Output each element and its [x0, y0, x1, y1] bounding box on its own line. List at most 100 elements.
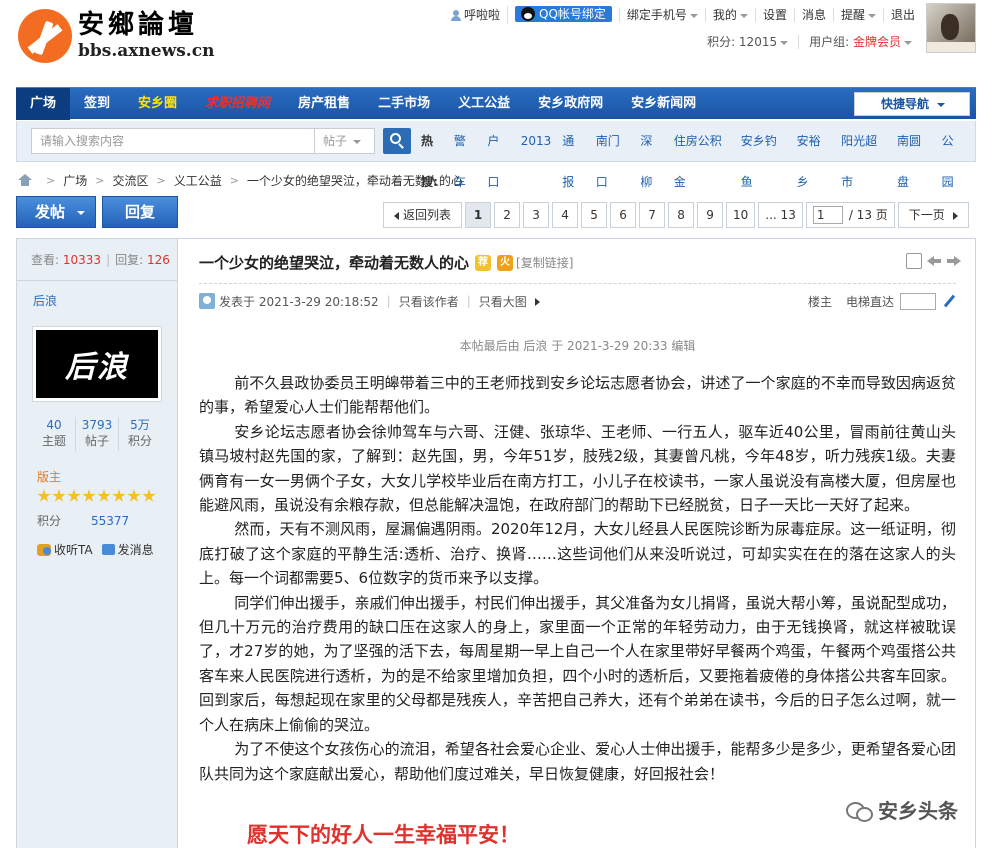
nav-item-realestate[interactable]: 房产租售 [284, 88, 364, 120]
message-icon [101, 544, 115, 555]
hot-keyword[interactable]: 警车 [454, 121, 476, 189]
follow-button[interactable]: 收听TA [37, 541, 93, 558]
page-link[interactable]: 3 [523, 202, 550, 228]
watermark: 安乡头条 [846, 795, 958, 824]
page-link[interactable]: 7 [639, 202, 666, 228]
site-logo[interactable]: 安鄉論壇 bbs.axnews.cn [18, 6, 218, 66]
breadcrumb-item[interactable]: 广场 [63, 172, 87, 189]
page-total: / 13 页 [848, 208, 888, 222]
avatar[interactable] [926, 3, 976, 53]
reminders-menu[interactable]: 提醒 [832, 8, 883, 22]
chevron-down-icon [867, 13, 876, 18]
post-title-row: 一个少女的绝望哭泣，牵动着无数人的心 荐 火 [复制链接] [199, 252, 573, 273]
hot-keyword[interactable]: 南圆盘 [897, 121, 931, 189]
post-meta: 发表于 2021-3-29 20:18:52 | 只看该作者 | 只看大图 楼主… [199, 292, 956, 310]
author-points-row: 积分 55377 [37, 514, 130, 528]
back-to-list-button[interactable]: 返回列表 [383, 202, 463, 228]
next-thread-icon[interactable] [946, 253, 962, 269]
nav-item-secondhand[interactable]: 二手市场 [364, 88, 444, 120]
reply-button[interactable]: 回复 [102, 196, 178, 228]
author-topics[interactable]: 40 主题 [33, 417, 75, 451]
nav-item-volunteer[interactable]: 义工公益 [444, 88, 524, 120]
page-link[interactable]: 5 [581, 202, 608, 228]
search-button[interactable] [383, 128, 411, 154]
hot-keyword[interactable]: 安乡钓鱼 [741, 121, 786, 189]
hot-search: 热搜: 警车 户口 2013 通报 南门口 深柳 住房公积金 安乡钓鱼 安裕乡 … [421, 121, 975, 189]
author-points[interactable]: 5万 积分 [118, 417, 161, 451]
nav-item-news[interactable]: 安乡新闻网 [617, 88, 710, 120]
nav-item-jobs[interactable]: 求职招聘网 [191, 88, 284, 120]
points-menu[interactable]: 积分: 12015 [697, 35, 798, 49]
page-jump: 1 / 13 页 [805, 202, 895, 228]
next-page-button[interactable]: 下一页 [897, 202, 969, 228]
author-avatar[interactable]: 后浪 [33, 327, 161, 401]
post-wish-line: 愿天下的好人一生幸福平安！ [247, 822, 520, 847]
only-image-link[interactable]: 只看大图 [479, 293, 540, 310]
settings-link[interactable]: 设置 [754, 8, 794, 22]
page-link[interactable]: 8 [668, 202, 695, 228]
hot-keyword[interactable]: 安裕乡 [797, 121, 831, 189]
page-link[interactable]: 6 [610, 202, 637, 228]
chevron-right-icon [534, 298, 540, 306]
star-icon [52, 489, 66, 502]
user-group-menu[interactable]: 用户组: 金牌会员 [798, 35, 922, 49]
logout-link[interactable]: 退出 [882, 8, 922, 22]
hot-keyword[interactable]: 住房公积金 [674, 121, 730, 189]
hot-keyword[interactable]: 2013 [521, 121, 552, 162]
bind-phone-menu[interactable]: 绑定手机号 [618, 8, 705, 22]
page-link[interactable]: 9 [697, 202, 724, 228]
messages-link[interactable]: 消息 [793, 8, 833, 22]
send-message-button[interactable]: 发消息 [101, 541, 154, 558]
thread-tools [902, 253, 962, 269]
logo-url: bbs.axnews.cn [78, 41, 215, 61]
page-link[interactable]: 2 [494, 202, 521, 228]
floor-jump-input[interactable] [900, 292, 936, 310]
star-icon [67, 489, 81, 502]
nav-item-plaza[interactable]: 广场 [16, 88, 71, 120]
page-link[interactable]: 4 [552, 202, 579, 228]
username-link[interactable]: 呼啦啦 [444, 8, 507, 22]
print-icon[interactable] [906, 253, 922, 269]
home-icon[interactable] [18, 174, 32, 186]
previous-thread-icon[interactable] [926, 253, 942, 269]
nav-item-gov[interactable]: 安乡政府网 [524, 88, 617, 120]
hot-keyword[interactable]: 户口 [487, 121, 509, 189]
star-icon [37, 489, 51, 502]
only-author-link[interactable]: 只看该作者 [399, 293, 459, 310]
breadcrumb-item[interactable]: 交流区 [112, 172, 148, 189]
thread-stats: 查看: 10333 | 回复: 126 [17, 239, 177, 281]
hot-search-label: 热搜: [421, 134, 438, 189]
site-header: 安鄉論壇 bbs.axnews.cn 呼啦啦 QQ帐号绑定 绑定手机号 我的 设… [0, 0, 992, 86]
user-toolbar: 呼啦啦 QQ帐号绑定 绑定手机号 我的 设置 消息 提醒 退出 [444, 6, 922, 24]
wechat-icon [846, 799, 873, 822]
author-rank-stars [37, 489, 157, 503]
floor-jump-go-icon[interactable] [942, 294, 956, 308]
author-sidebar: 查看: 10333 | 回复: 126 后浪 后浪 40 主题 3793 帖子 5万 积分… [17, 239, 178, 848]
hot-keyword[interactable]: 阳光超市 [841, 121, 886, 189]
post-button[interactable]: 发帖 [16, 196, 96, 228]
breadcrumb-item[interactable]: 义工公益 [174, 172, 222, 189]
page-link-last[interactable]: ... 13 [758, 202, 803, 228]
author-posts[interactable]: 3793 帖子 [75, 417, 118, 451]
nav-item-checkin[interactable]: 签到 [70, 88, 124, 120]
page-jump-input[interactable]: 1 [812, 206, 843, 224]
chevron-down-icon [904, 40, 912, 45]
author-counts: 40 主题 3793 帖子 5万 积分 [33, 417, 161, 451]
post-body: 前不久县政协委员王明皞带着三中的王老师找到安乡论坛志愿者协会，讲述了一个家庭的不… [199, 371, 956, 786]
page-link-current[interactable]: 1 [465, 202, 492, 228]
hot-keyword[interactable]: 深柳 [640, 121, 662, 189]
page-link[interactable]: 10 [726, 202, 756, 228]
author-name[interactable]: 后浪 [33, 292, 57, 309]
qq-bind-button[interactable]: QQ帐号绑定 [507, 6, 619, 24]
copy-link-button[interactable]: [复制链接] [516, 254, 573, 271]
my-menu[interactable]: 我的 [704, 8, 755, 22]
post-paragraph: 然而，天有不测风雨，屋漏偏遇阴雨。2020年12月，大女儿经县人民医院诊断为尿毒… [199, 520, 956, 588]
nav-item-anxiang-circle[interactable]: 安乡圈 [124, 88, 191, 120]
hot-keyword[interactable]: 通报 [562, 121, 584, 189]
search-input[interactable]: 请输入搜索内容 [31, 128, 315, 154]
search-type-select[interactable]: 帖子 [315, 128, 375, 154]
hot-keyword[interactable]: 公园 [942, 121, 964, 189]
hot-keyword[interactable]: 南门口 [596, 121, 630, 189]
author-role[interactable]: 版主 [37, 468, 61, 485]
quick-nav-button[interactable]: 快捷导航 [854, 92, 970, 116]
